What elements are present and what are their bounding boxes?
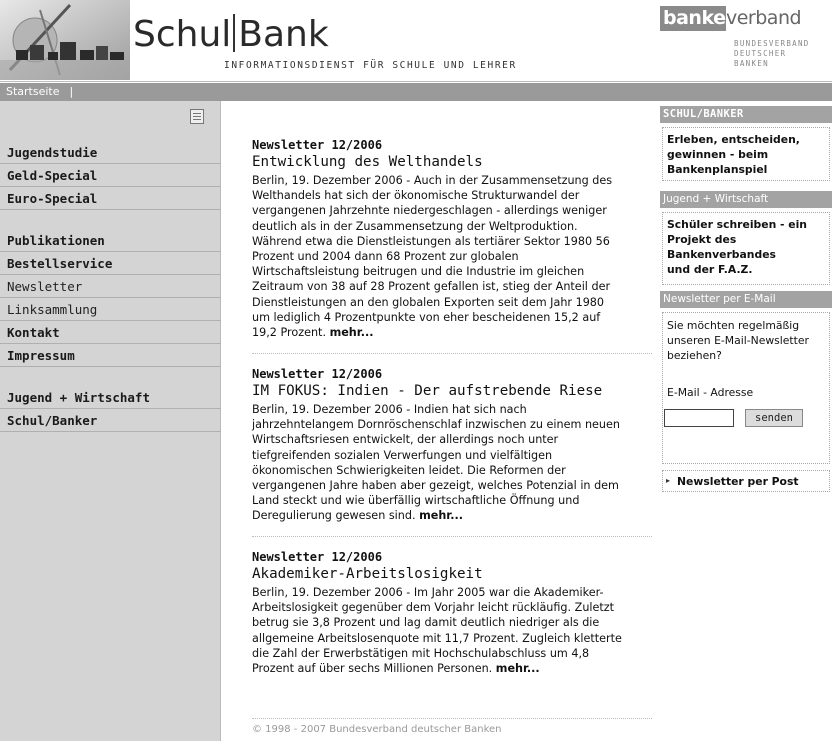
newsletter-post-link[interactable]: ▸ Newsletter per Post (662, 470, 830, 492)
breadcrumb-separator: | (69, 85, 74, 98)
sidebar-item-jugend-wirtschaft[interactable]: Jugend + Wirtschaft (0, 386, 221, 409)
article-text: Berlin, 19. Dezember 2006 - Indien hat s… (252, 403, 620, 523)
article-divider (252, 353, 652, 354)
news-article: Newsletter 12/2006 IM FOKUS: Indien - De… (252, 367, 652, 524)
newsletter-post-label: Newsletter per Post (677, 475, 799, 488)
logo-box: banken (660, 6, 739, 31)
logo-subtext: BUNDESVERBAND DEUTSCHER BANKEN (734, 39, 810, 68)
sidebar-item-newsletter[interactable]: Newsletter (0, 275, 221, 298)
document-list-icon[interactable] (190, 109, 204, 124)
title-separator (233, 14, 236, 52)
promo-box-planspiel[interactable]: Erleben, entscheiden, gewinnen - beim Ba… (662, 127, 830, 181)
email-field[interactable] (664, 409, 734, 427)
news-article: Newsletter 12/2006 Akademiker-Arbeitslos… (252, 550, 652, 676)
breadcrumb-bar: Startseite | (0, 83, 832, 101)
promo-text: Erleben, entscheiden, gewinnen - beim Ba… (667, 133, 800, 176)
article-text: Berlin, 19. Dezember 2006 - Auch in der … (252, 174, 613, 340)
sidebar-item-geld-special[interactable]: Geld-Special (0, 164, 221, 187)
article-issue: Newsletter 12/2006 (252, 550, 383, 564)
article-body: Berlin, 19. Dezember 2006 - Indien hat s… (252, 402, 652, 524)
logo-text: verband (726, 7, 802, 29)
article-text: Berlin, 19. Dezember 2006 - Im Jahr 2005… (252, 586, 622, 676)
right-column: SCHUL/BANKER Erleben, entscheiden, gewin… (660, 101, 832, 741)
send-button[interactable]: senden (745, 409, 803, 427)
sidebar-item-impressum[interactable]: Impressum (0, 344, 221, 367)
sidebar-item-publikationen[interactable]: Publikationen (0, 229, 221, 252)
triangle-right-icon: ▸ (666, 476, 671, 485)
article-divider (252, 536, 652, 537)
article-headline[interactable]: Akademiker-Arbeitslosigkeit (252, 566, 652, 582)
sidebar-item-schul-banker[interactable]: Schul/Banker (0, 409, 221, 432)
article-issue: Newsletter 12/2006 (252, 138, 383, 152)
promo-box-schueler-schreiben[interactable]: Schüler schreiben - ein Projekt des Bank… (662, 212, 830, 285)
site-header: Schul Bank INFORMATIONSDIENST FÜR SCHULE … (0, 0, 832, 82)
article-divider (252, 718, 652, 719)
more-link[interactable]: mehr... (496, 662, 540, 675)
newsletter-prompt: Sie möchten regelmäßig unseren E-Mail-Ne… (667, 319, 809, 362)
title-schul: Schul (133, 14, 232, 55)
promo-text: Schüler schreiben - ein Projekt des Bank… (667, 218, 807, 276)
news-article: Newsletter 12/2006 Entwicklung des Welth… (252, 138, 652, 340)
article-headline[interactable]: Entwicklung des Welthandels (252, 154, 652, 170)
site-subtitle: INFORMATIONSDIENST FÜR SCHULE UND LEHRER (224, 60, 517, 71)
more-link[interactable]: mehr... (419, 509, 463, 522)
breadcrumb: Startseite | (6, 85, 73, 98)
schulbank-logo-graphic-icon (0, 0, 130, 80)
copyright-text: © 1998 - 2007 Bundesverband deutscher Ba… (252, 724, 502, 735)
email-label: E-Mail - Adresse (667, 386, 754, 399)
sidebar-item-bestellservice[interactable]: Bestellservice (0, 252, 221, 275)
site-title: Schul Bank (133, 14, 329, 55)
sidebar-item-jugendstudie[interactable]: Jugendstudie (0, 141, 221, 164)
article-body: Berlin, 19. Dezember 2006 - Auch in der … (252, 173, 652, 340)
box-header-jugend-wirtschaft: Jugend + Wirtschaft (660, 191, 832, 208)
box-header-schul-banker: SCHUL/BANKER (660, 106, 832, 123)
article-body: Berlin, 19. Dezember 2006 - Im Jahr 2005… (252, 585, 652, 676)
more-link[interactable]: mehr... (330, 326, 374, 339)
breadcrumb-home-link[interactable]: Startseite (6, 85, 60, 98)
newsletter-signup-box: Sie möchten regelmäßig unseren E-Mail-Ne… (662, 312, 830, 464)
sidebar-item-kontakt[interactable]: Kontakt (0, 321, 221, 344)
sidebar-item-euro-special[interactable]: Euro-Special (0, 187, 221, 210)
box-header-newsletter-email: Newsletter per E-Mail (660, 291, 832, 308)
article-issue: Newsletter 12/2006 (252, 367, 383, 381)
sidebar-item-linksammlung[interactable]: Linksammlung (0, 298, 221, 321)
left-sidebar: Jugendstudie Geld-Special Euro-Special P… (0, 101, 221, 741)
bankenverband-logo[interactable]: banken verband BUNDESVERBAND DEUTSCHER B… (660, 6, 830, 76)
article-headline[interactable]: IM FOKUS: Indien - Der aufstrebende Ries… (252, 383, 652, 399)
title-bank: Bank (238, 14, 329, 55)
